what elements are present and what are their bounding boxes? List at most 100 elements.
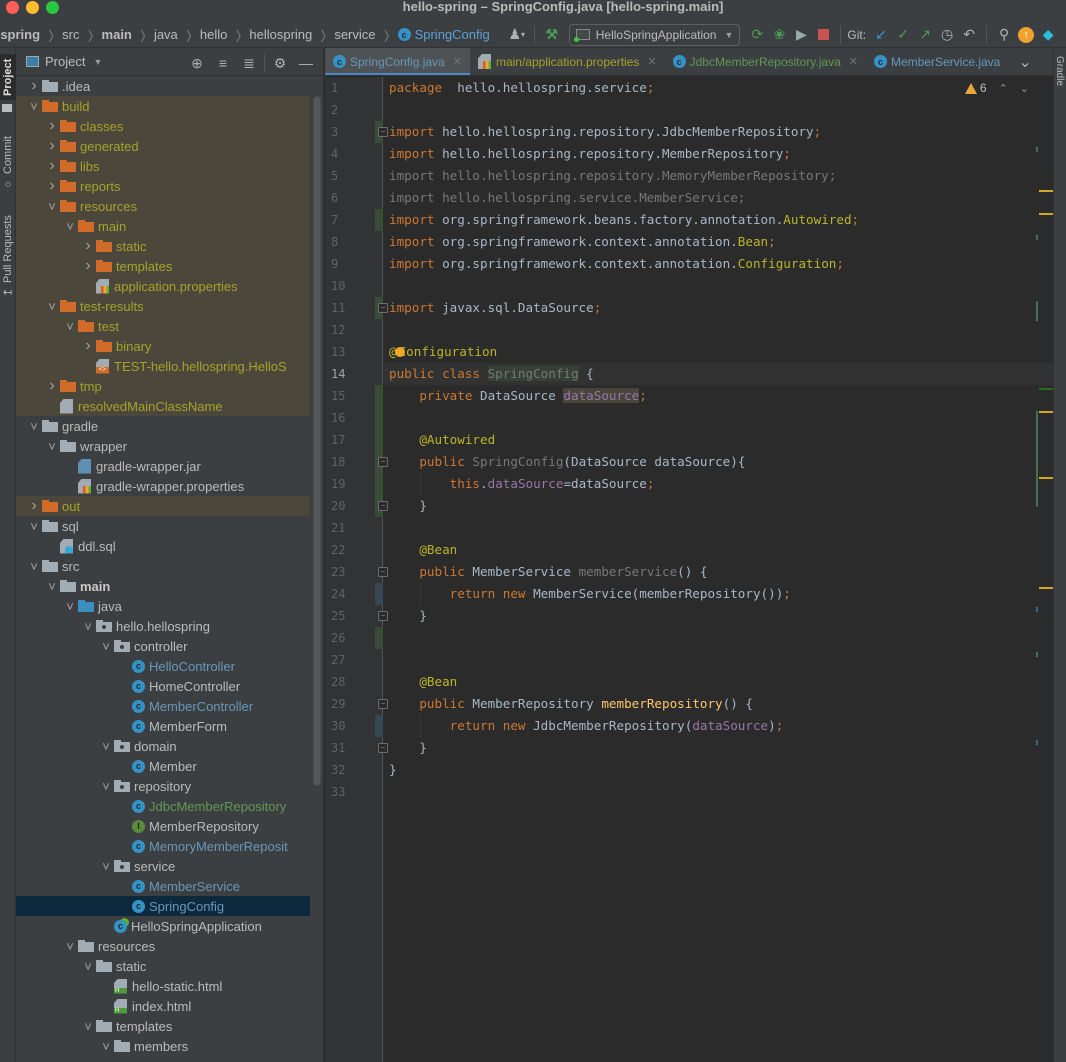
search-icon[interactable]: ⚲	[993, 24, 1015, 46]
chevron-down-icon[interactable]: ˅	[80, 619, 96, 634]
fold-collapse-icon[interactable]: −	[378, 699, 388, 709]
tree-item[interactable]: ˅ gradle	[16, 416, 310, 436]
close-tab-icon[interactable]: ✕	[849, 55, 858, 68]
tree-item[interactable]: ›cMember	[16, 756, 310, 776]
breadcrumb-item[interactable]: java	[154, 27, 178, 42]
tab-jdbcmemberrepository-java[interactable]: c JdbcMemberRepository.java ✕	[665, 48, 866, 75]
code-line[interactable]: }	[389, 605, 1053, 627]
git-push-icon[interactable]: ↗	[914, 24, 936, 46]
code-line[interactable]: import org.springframework.context.annot…	[389, 231, 1053, 253]
vcs-change-marker[interactable]	[375, 583, 383, 605]
change-marker[interactable]	[1036, 411, 1038, 507]
debug-icon[interactable]: ❀	[768, 24, 790, 46]
tree-item[interactable]: ˅ build	[16, 96, 310, 116]
chevron-right-icon[interactable]: ›	[80, 257, 96, 275]
chevron-right-icon[interactable]: ›	[44, 157, 60, 175]
tree-item[interactable]: › tmp	[16, 376, 310, 396]
tree-item[interactable]: › libs	[16, 156, 310, 176]
stop-icon[interactable]	[812, 24, 834, 46]
fold-collapse-icon[interactable]: −	[378, 567, 388, 577]
tool-window-project[interactable]: Project	[0, 54, 16, 100]
rollback-icon[interactable]: ↶	[958, 24, 980, 46]
tree-item[interactable]: ›cHelloSpringApplication	[16, 916, 310, 936]
tree-item[interactable]: ˅ wrapper	[16, 436, 310, 456]
tree-item[interactable]: ˅ members	[16, 1036, 310, 1056]
tree-item[interactable]: ˅ static	[16, 956, 310, 976]
tree-item[interactable]: ›cHelloController	[16, 656, 310, 676]
git-update-icon[interactable]: ↙	[870, 24, 892, 46]
user-icon[interactable]: ♟ ▾	[506, 24, 528, 46]
fold-end-icon[interactable]: −	[378, 611, 388, 621]
tree-item[interactable]: ›resolvedMainClassName	[16, 396, 310, 416]
code-line[interactable]: public MemberService memberService() {	[389, 561, 1053, 583]
code-line[interactable]	[389, 517, 1053, 539]
tree-item[interactable]: ˅ hello.hellospring	[16, 616, 310, 636]
change-marker[interactable]	[1036, 652, 1038, 657]
code-line[interactable]	[389, 627, 1053, 649]
tree-item[interactable]: ˅ test	[16, 316, 310, 336]
code-editor[interactable]: 1 2 3 4 5 6 7 8 9 10 11 12 13 14 15 16 17 18 19 20 21 22 23 24 2…	[325, 77, 1053, 1062]
code-line[interactable]: import org.springframework.beans.factory…	[389, 209, 1053, 231]
fold-end-icon[interactable]: −	[378, 501, 388, 511]
tab-main-application-properties[interactable]: main/application.properties ✕	[470, 48, 665, 75]
chevron-right-icon[interactable]: ›	[26, 497, 42, 515]
breadcrumb-item[interactable]: hello	[200, 27, 227, 42]
tool-window-commit[interactable]: ○ Commit	[0, 128, 16, 198]
tree-item[interactable]: › classes	[16, 116, 310, 136]
tool-window-pull-requests[interactable]: ↥ Pull Requests	[0, 208, 16, 304]
breadcrumb-item[interactable]: hellospring	[249, 27, 312, 42]
code-line[interactable]: }	[389, 737, 1053, 759]
git-commit-icon[interactable]: ✓	[892, 24, 914, 46]
tree-item[interactable]: ›index.html	[16, 996, 310, 1016]
fold-collapse-icon[interactable]: −	[378, 457, 388, 467]
code-line[interactable]: import hello.hellospring.repository.Memo…	[389, 165, 1053, 187]
tree-item[interactable]: ˅ java	[16, 596, 310, 616]
chevron-down-icon[interactable]: ˅	[98, 739, 114, 754]
tree-item[interactable]: ˅ repository	[16, 776, 310, 796]
tree-item[interactable]: › static	[16, 236, 310, 256]
chevron-down-icon[interactable]: ˅	[80, 1019, 96, 1034]
chevron-down-icon[interactable]: ˅	[62, 939, 78, 954]
code-line[interactable]: @Bean	[389, 671, 1053, 693]
tree-item[interactable]: ›cMemberController	[16, 696, 310, 716]
change-marker[interactable]	[1036, 301, 1038, 321]
code-line[interactable]: private DataSource dataSource;	[389, 385, 1053, 407]
warning-marker[interactable]	[1039, 411, 1053, 413]
vcs-change-marker[interactable]	[375, 209, 383, 231]
breadcrumb-item[interactable]: service	[334, 27, 375, 42]
tree-item[interactable]: › .idea	[16, 76, 310, 96]
build-hammer-icon[interactable]: ⚒	[541, 24, 563, 46]
chevron-right-icon[interactable]: ›	[44, 377, 60, 395]
change-marker[interactable]	[1036, 235, 1038, 240]
tree-item[interactable]: ›ddl.sql	[16, 536, 310, 556]
code-line[interactable]: import org.springframework.context.annot…	[389, 253, 1053, 275]
tree-item[interactable]: ›cMemberForm	[16, 716, 310, 736]
chevron-down-icon[interactable]: ˅	[44, 439, 60, 454]
locate-file-icon[interactable]: ⊕	[184, 52, 210, 74]
tree-item[interactable]: › binary	[16, 336, 310, 356]
code-line[interactable]: import hello.hellospring.service.MemberS…	[389, 187, 1053, 209]
code-line[interactable]: public class SpringConfig {	[384, 363, 1053, 385]
code-line[interactable]	[389, 319, 1053, 341]
tree-item[interactable]: ›cMemoryMemberReposit	[16, 836, 310, 856]
vcs-change-marker[interactable]	[375, 385, 383, 407]
chevron-right-icon[interactable]: ›	[44, 177, 60, 195]
chevron-down-icon[interactable]: ˅	[26, 519, 42, 534]
breadcrumb-item[interactable]: main	[102, 27, 132, 42]
code-line[interactable]: @ Configuration	[389, 341, 1053, 363]
close-tab-icon[interactable]: ✕	[453, 55, 462, 68]
code-line[interactable]	[389, 275, 1053, 297]
tree-item[interactable]: › reports	[16, 176, 310, 196]
change-marker[interactable]	[1036, 607, 1038, 612]
code-line[interactable]: return new MemberService(memberRepositor…	[389, 583, 1053, 605]
vcs-change-marker[interactable]	[375, 429, 383, 451]
expand-all-icon[interactable]: ≡	[210, 52, 236, 74]
code-line[interactable]: @Bean	[389, 539, 1053, 561]
tree-item[interactable]: ›cMemberService	[16, 876, 310, 896]
chevron-down-icon[interactable]: ˅	[62, 219, 78, 234]
hide-panel-icon[interactable]: —	[293, 52, 319, 74]
tree-item[interactable]: ›application.properties	[16, 276, 310, 296]
collapse-all-icon[interactable]: ≣	[236, 52, 262, 74]
tree-item[interactable]: ›cHomeController	[16, 676, 310, 696]
chevron-down-icon[interactable]: ˅	[26, 99, 42, 114]
